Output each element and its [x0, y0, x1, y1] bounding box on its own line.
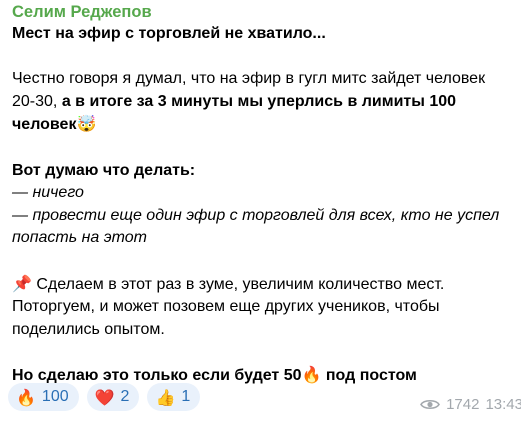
thumbs-up-icon: 👍	[155, 387, 176, 407]
paragraph-1: Честно говоря я думал, что на эфир в гуг…	[12, 70, 486, 134]
exploding-head-icon: 🤯	[76, 114, 97, 134]
reaction-heart[interactable]: ❤️ 2	[86, 383, 140, 411]
fire-icon: 🔥	[301, 364, 322, 384]
message-text: Мест на эфир с торговлей не хватило... Ч…	[12, 23, 512, 388]
message-bubble: Селим Реджепов Мест на эфир с торговлей …	[0, 0, 521, 422]
option-1: — ничего	[12, 184, 84, 202]
paragraph-3: 📌 Сделаем в этот раз в зуме, увеличим ко…	[12, 273, 445, 338]
reaction-count: 100	[41, 388, 69, 405]
eye-icon	[420, 399, 441, 410]
reaction-count: 2	[120, 388, 130, 405]
reaction-count: 1	[181, 388, 191, 405]
option-2: — провести еще один эфир с торговлей для…	[12, 206, 500, 247]
list-heading: Вот думаю что делать:	[12, 161, 196, 179]
heart-icon: ❤️	[94, 387, 115, 407]
reaction-thumbs-up[interactable]: 👍 1	[147, 383, 201, 411]
headline: Мест на эфир с торговлей не хватило...	[12, 25, 326, 42]
view-count: 1742	[446, 396, 480, 413]
message-meta: 1742 13:43	[420, 396, 521, 413]
fire-icon: 🔥	[16, 387, 36, 407]
author-name[interactable]: Селим Реджепов	[12, 2, 521, 23]
timestamp: 13:43	[485, 396, 521, 413]
pushpin-icon: 📌	[12, 273, 32, 293]
reactions-bar: 🔥 100 ❤️ 2 👍 1	[8, 383, 201, 411]
reaction-fire[interactable]: 🔥 100	[8, 383, 79, 411]
